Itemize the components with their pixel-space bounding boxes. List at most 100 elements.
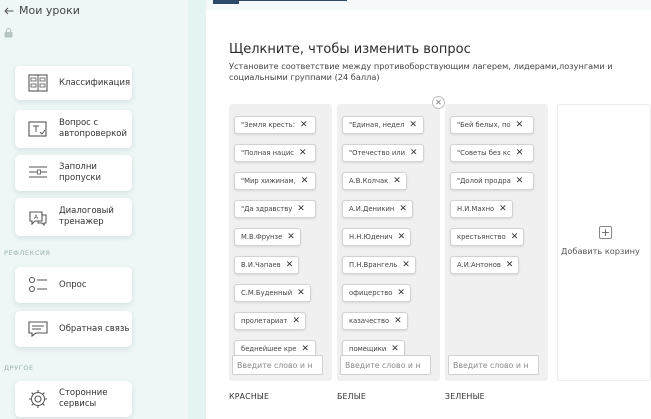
chip[interactable]: Н.Н.Юденич ✕	[342, 228, 412, 246]
question-description[interactable]: Установите соответствие между противобор…	[229, 61, 649, 83]
basket-name-green[interactable]: ЗЕЛЕНЫЕ	[445, 392, 485, 401]
basket-white[interactable]: "Единая, недел ✕ "Отечество или ✕ А.В.Колч…	[337, 104, 440, 381]
tool-autocheck-question-label: Вопрос с автопроверкой	[59, 118, 128, 139]
chip[interactable]: казачество ✕	[342, 312, 408, 330]
gear-icon	[29, 390, 47, 408]
remove-icon[interactable]: ✕	[282, 232, 300, 242]
chip[interactable]: А.И.Антонов ✕	[450, 256, 520, 274]
remove-icon[interactable]: ✕	[501, 260, 519, 270]
tool-dialog-trainer[interactable]: A Диалоговый тренажер	[15, 198, 132, 236]
remove-icon[interactable]: ✕	[389, 316, 407, 326]
chip-label: "Отечество или	[349, 149, 406, 157]
basket-green[interactable]: "Бей белых, по ✕ "Советы без кс ✕ "Долой п…	[445, 104, 548, 381]
chip[interactable]: А.И.Деникин ✕	[342, 200, 413, 218]
section-reflection: РЕФЛЕКСИЯ	[4, 249, 51, 257]
remove-icon[interactable]: ✕	[281, 260, 299, 270]
chip[interactable]: пролетариат ✕	[234, 312, 306, 330]
remove-icon[interactable]: ✕	[296, 344, 314, 354]
chip-label: казачество	[349, 317, 390, 325]
remove-icon[interactable]: ✕	[511, 148, 529, 158]
chip[interactable]: С.М.Буденный ✕	[234, 284, 311, 302]
remove-icon[interactable]: ✕	[405, 148, 423, 158]
chip[interactable]: А.В.Колчак ✕	[342, 172, 407, 190]
editor-canvas: Щелкните, чтобы изменить вопрос Установи…	[206, 0, 651, 419]
remove-icon[interactable]: ✕	[394, 204, 412, 214]
back-link-label: Мои уроки	[19, 4, 80, 17]
chip-label: А.И.Антонов	[457, 261, 501, 269]
remove-icon[interactable]: ✕	[393, 232, 411, 242]
tool-autocheck-question[interactable]: Вопрос с автопроверкой	[15, 110, 132, 148]
dialog-trainer-icon: A	[29, 211, 47, 227]
new-word-input[interactable]	[448, 355, 539, 375]
remove-icon[interactable]: ✕	[287, 316, 305, 326]
remove-icon[interactable]: ✕	[292, 288, 310, 298]
remove-icon[interactable]: ✕	[404, 120, 422, 130]
fill-gaps-icon	[29, 166, 47, 178]
remove-icon[interactable]: ✕	[386, 344, 404, 354]
chip-label: "Мир хижинам,	[241, 177, 296, 185]
question-title[interactable]: Щелкните, чтобы изменить вопрос	[229, 42, 471, 57]
basket-items: "Бей белых, по ✕ "Советы без кс ✕ "Долой п…	[450, 112, 544, 280]
tool-poll[interactable]: Опрос	[15, 267, 132, 303]
tool-fill-gaps-label: Заполни пропуски	[59, 162, 102, 183]
chip[interactable]: офицерство ✕	[342, 284, 411, 302]
tool-poll-label: Опрос	[59, 279, 87, 290]
remove-icon[interactable]: ✕	[494, 204, 512, 214]
tool-classification[interactable]: Классификация	[15, 66, 132, 100]
back-link[interactable]: Мои уроки	[4, 4, 80, 17]
remove-icon[interactable]: ✕	[511, 176, 529, 186]
svg-text:A: A	[34, 214, 39, 221]
chip-label: пролетариат	[241, 317, 288, 325]
remove-icon[interactable]: ✕	[296, 176, 314, 186]
remove-icon[interactable]: ✕	[295, 120, 313, 130]
remove-icon[interactable]: ✕	[392, 288, 410, 298]
remove-icon[interactable]: ✕	[397, 260, 415, 270]
new-word-input[interactable]	[340, 355, 431, 375]
chip[interactable]: "Советы без кс ✕	[450, 144, 534, 162]
top-strip	[206, 0, 651, 10]
chip[interactable]: Н.И.Махно ✕	[450, 200, 513, 218]
basket-name-white[interactable]: БЕЛЫЕ	[337, 392, 366, 401]
chip[interactable]: "Полная нацис ✕	[234, 144, 316, 162]
chip[interactable]: "Бей белых, по ✕	[450, 116, 534, 134]
tool-dialog-trainer-label: Диалоговый тренажер	[59, 206, 114, 227]
chip-label: В.И.Чапаев	[241, 261, 281, 269]
tool-classification-label: Классификация	[59, 77, 131, 88]
chip-label: офицерство	[349, 289, 393, 297]
basket-name-red[interactable]: КРАСНЫЕ	[229, 392, 269, 401]
chip[interactable]: П.Н.Врангель ✕	[342, 256, 416, 274]
chip-label: "Полная нацис	[241, 149, 294, 157]
tool-fill-gaps[interactable]: Заполни пропуски	[15, 155, 132, 191]
remove-basket-icon[interactable]: ✕	[432, 96, 445, 109]
chip[interactable]: М.В.Фрунзе ✕	[234, 228, 301, 246]
chip[interactable]: "Да здравству ✕	[234, 200, 316, 218]
active-tab-indicator	[213, 0, 239, 4]
tool-external-services[interactable]: Сторонние сервисы	[15, 381, 132, 417]
tool-feedback[interactable]: Обратная связь	[15, 311, 132, 347]
tool-feedback-label: Обратная связь	[59, 323, 130, 334]
chip-label: "Единая, недел	[349, 121, 405, 129]
remove-icon[interactable]: ✕	[388, 176, 406, 186]
remove-icon[interactable]: ✕	[294, 148, 312, 158]
classification-icon	[28, 74, 48, 92]
feedback-icon	[28, 321, 48, 338]
remove-icon[interactable]: ✕	[511, 120, 529, 130]
chip[interactable]: "Отечество или ✕	[342, 144, 424, 162]
chip[interactable]: крестьянство ✕	[450, 228, 525, 246]
chip[interactable]: "Земля кресть: ✕	[234, 116, 316, 134]
chip[interactable]: "Единая, недел ✕	[342, 116, 424, 134]
plus-icon: +	[599, 226, 612, 239]
chip[interactable]: В.И.Чапаев ✕	[234, 256, 300, 274]
chip[interactable]: "Долой продра ✕	[450, 172, 534, 190]
remove-icon[interactable]: ✕	[292, 204, 310, 214]
basket-red[interactable]: "Земля кресть: ✕ "Полная нацис ✕ "Мир хижи…	[229, 104, 332, 381]
chip-label: "Долой продра	[457, 177, 511, 185]
basket-items: "Земля кресть: ✕ "Полная нацис ✕ "Мир хижи…	[234, 112, 328, 364]
chip-label: С.М.Буденный	[241, 289, 293, 297]
chip[interactable]: "Мир хижинам, ✕	[234, 172, 316, 190]
add-basket-button[interactable]: + Добавить корзину	[557, 104, 651, 381]
poll-icon	[29, 277, 47, 292]
tab-underline	[239, 0, 347, 1]
new-word-input[interactable]	[232, 355, 323, 375]
remove-icon[interactable]: ✕	[506, 232, 524, 242]
